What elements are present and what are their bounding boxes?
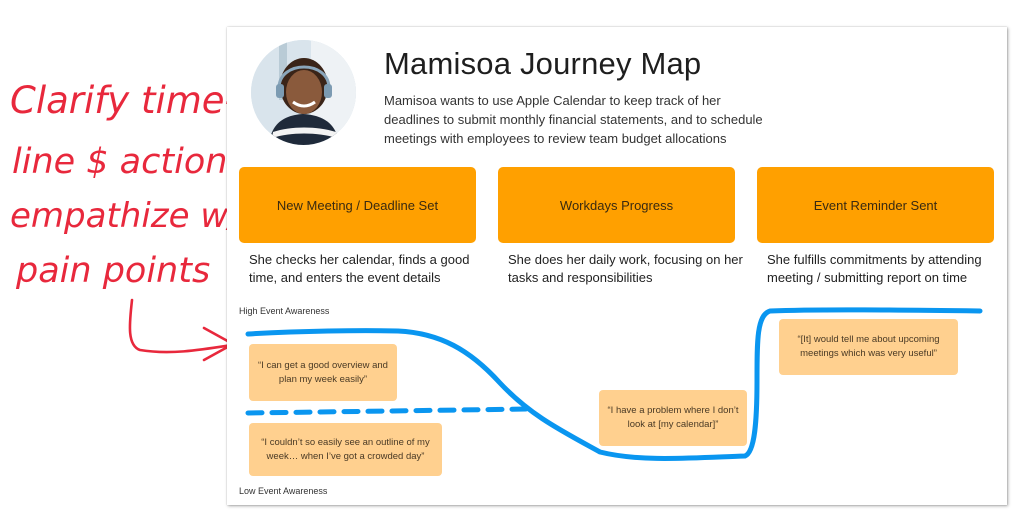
stage-description: She does her daily work, focusing on her…	[508, 252, 743, 285]
annotation-line-3: empathize w/	[10, 196, 243, 236]
stage-new-meeting: New Meeting / Deadline Set	[239, 167, 476, 243]
persona-avatar	[251, 40, 356, 145]
quote-card: “I couldn’t so easily see an outline of …	[249, 423, 442, 476]
persona-description: Mamisoa wants to use Apple Calendar to k…	[384, 93, 763, 146]
stage-description: She fulfills commitments by attending me…	[767, 252, 982, 285]
persona-photo-icon	[251, 40, 356, 145]
quote-card: “[It] would tell me about upcoming meeti…	[779, 319, 958, 375]
stage-description: She checks her calendar, finds a good ti…	[249, 252, 470, 285]
quote-text: “[It] would tell me about upcoming meeti…	[797, 334, 940, 359]
quote-text: “I can get a good overview and plan my w…	[258, 359, 388, 385]
stage-label: Event Reminder Sent	[813, 197, 938, 213]
journey-map-card: Mamisoa Journey Map Mamisoa wants to use…	[227, 27, 1007, 505]
stage-label: New Meeting / Deadline Set	[276, 197, 439, 213]
axis-label-low: Low Event Awareness	[239, 486, 328, 496]
quote-text: “I have a problem where I don’t look at …	[607, 405, 739, 430]
page-title: Mamisoa Journey Map	[384, 46, 702, 81]
annotation-line-2: line $ actions,	[12, 142, 257, 182]
quote-card: “I can get a good overview and plan my w…	[249, 344, 397, 401]
stage-event-reminder: Event Reminder Sent	[757, 167, 994, 243]
arrow-icon	[128, 298, 235, 362]
stage-workdays-progress: Workdays Progress	[498, 167, 735, 243]
quote-card: “I have a problem where I don’t look at …	[599, 390, 747, 446]
quote-text: “I couldn’t so easily see an outline of …	[261, 436, 430, 462]
axis-label-high: High Event Awareness	[239, 306, 330, 316]
annotation-line-4: pain points	[15, 251, 210, 291]
stage-label: Workdays Progress	[559, 197, 674, 213]
annotation-line-1: Clarify time-	[10, 79, 238, 122]
